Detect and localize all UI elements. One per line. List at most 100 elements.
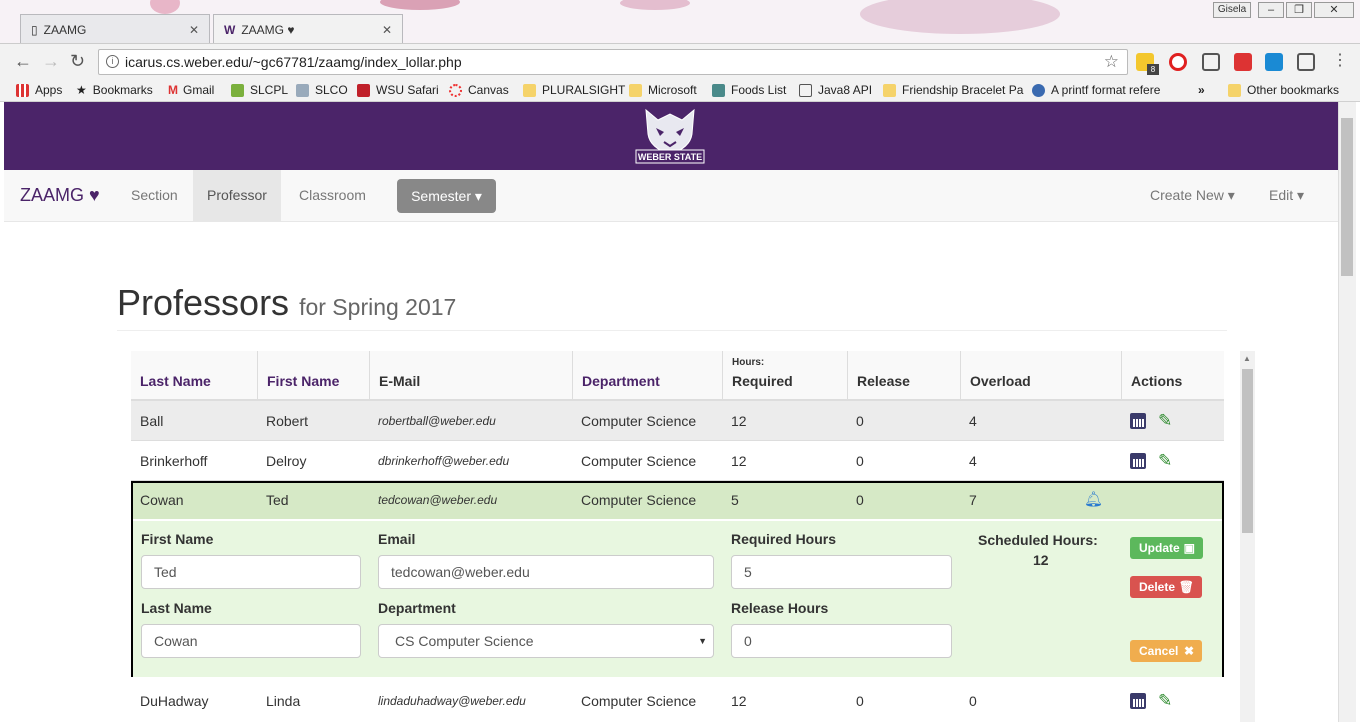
extension-blue-icon[interactable] [1265, 53, 1283, 71]
department-label: Department [378, 600, 456, 616]
cell-department: Computer Science [581, 412, 697, 429]
forward-icon[interactable]: → [42, 52, 60, 70]
col-department[interactable]: Department [572, 351, 722, 399]
page-scrollbar-thumb[interactable] [1341, 118, 1353, 276]
decor-flower [620, 0, 690, 10]
first-name-input[interactable]: Ted [141, 555, 361, 589]
create-new-dropdown[interactable]: Create New ▾ [1136, 170, 1249, 221]
col-last-name[interactable]: Last Name [131, 351, 257, 399]
bookmark-bookmarks[interactable]: ★ Bookmarks [76, 82, 153, 98]
semester-dropdown[interactable]: Semester ▾ [397, 179, 496, 213]
chevron-down-icon: ▼ [698, 636, 707, 646]
opera-icon[interactable] [1169, 53, 1187, 71]
required-hours-input[interactable]: 5 [731, 555, 952, 589]
cancel-button[interactable]: Cancel ✖ [1130, 640, 1202, 662]
close-icon[interactable]: ✕ [189, 23, 199, 37]
star-icon: ★ [76, 83, 87, 97]
tab-zaamg[interactable]: ▯ ZAAMG ✕ [20, 14, 210, 43]
bookmark-printf[interactable]: A printf format refere [1032, 82, 1160, 98]
user-badge[interactable]: Gisela [1213, 2, 1251, 18]
edit-professor-box: First Name Ted Email tedcowan@weber.edu … [131, 481, 1224, 677]
bookmark-canvas[interactable]: Canvas [449, 82, 509, 98]
col-overload: Overload [960, 351, 1121, 399]
col-release: Release [847, 351, 960, 399]
pencil-icon[interactable]: ✎ [1158, 452, 1172, 469]
folder-icon [1228, 83, 1241, 97]
nav-section[interactable]: Section [117, 170, 192, 221]
decor-flower [380, 0, 460, 10]
hours-label: Hours: [732, 357, 765, 368]
edit-dropdown[interactable]: Edit ▾ [1255, 170, 1318, 221]
bookmark-apps[interactable]: Apps [16, 82, 62, 98]
tab-zaamg-heart[interactable]: W ZAAMG ♥ ✕ [213, 14, 403, 43]
bookmark-other[interactable]: Other bookmarks [1228, 82, 1339, 98]
cell-required: 12 [731, 693, 747, 709]
update-button[interactable]: Update ▣ [1130, 537, 1203, 559]
cast-icon[interactable] [1202, 53, 1220, 71]
page-content: WEBER STATE ZAAMG ♥ Section Professor Cl… [4, 102, 1338, 722]
bookmark-gmail[interactable]: M Gmail [168, 82, 214, 98]
table-header: Last Name First Name E-Mail Department H… [131, 351, 1224, 401]
calendar-icon[interactable] [1130, 693, 1146, 709]
scheduled-hours-value: 12 [1033, 552, 1049, 568]
reload-icon[interactable]: ↻ [70, 52, 85, 70]
menu-icon[interactable]: ⋮ [1332, 52, 1348, 70]
brand-link[interactable]: ZAAMG ♥ [20, 170, 100, 221]
back-icon[interactable]: ← [14, 52, 32, 70]
bookmark-slco[interactable]: SLCO [296, 82, 348, 98]
email-input[interactable]: tedcowan@weber.edu [378, 555, 714, 589]
calendar-icon[interactable] [1130, 453, 1146, 469]
navbar: ZAAMG ♥ Section Professor Classroom Seme… [4, 170, 1338, 222]
cell-email: dbrinkerhoff@weber.edu [378, 453, 510, 468]
bookmark-pluralsight[interactable]: PLURALSIGHT [523, 82, 625, 98]
cell-last-name: DuHadway [140, 693, 209, 709]
address-bar[interactable]: i icarus.cs.weber.edu/~gc67781/zaamg/ind… [98, 49, 1128, 75]
pencil-icon[interactable]: ✎ [1158, 692, 1172, 709]
divider [117, 330, 1227, 331]
calendar-icon[interactable] [1130, 413, 1146, 429]
folder-icon [523, 83, 536, 97]
table-scrollbar[interactable]: ▲ [1240, 351, 1255, 722]
decor-flower [860, 0, 1060, 34]
release-hours-input[interactable]: 0 [731, 624, 952, 658]
extension-car-icon[interactable] [1297, 53, 1315, 71]
bookmark-wsu-safari[interactable]: WSU Safari [357, 82, 439, 98]
pdf-icon[interactable] [1234, 53, 1252, 71]
department-select[interactable]: CS Computer Science ▼ [378, 624, 714, 658]
bookmark-java8-api[interactable]: Java8 API [799, 82, 872, 98]
delete-button[interactable]: Delete 🗑︎ [1130, 576, 1202, 598]
bookmark-friendship-bracelet[interactable]: Friendship Bracelet Pa [883, 82, 1023, 98]
star-icon[interactable]: ☆ [1104, 50, 1119, 74]
browser-toolbar: ← → ↻ i icarus.cs.weber.edu/~gc67781/zaa… [0, 44, 1360, 78]
col-first-name[interactable]: First Name [257, 351, 369, 399]
window-close-icon[interactable]: ✕ [1314, 2, 1354, 18]
cell-overload: 4 [969, 452, 977, 469]
email-label: Email [378, 531, 416, 547]
apps-icon [16, 83, 29, 97]
more-bookmarks-icon[interactable]: » [1198, 82, 1205, 98]
minimize-icon[interactable]: – [1258, 2, 1284, 18]
bookmark-microsoft[interactable]: Microsoft [629, 82, 697, 98]
cell-first-name: Delroy [266, 452, 307, 469]
save-icon: ▣ [1183, 541, 1195, 555]
nav-classroom[interactable]: Classroom [285, 170, 380, 221]
scroll-up-icon[interactable]: ▲ [1243, 354, 1251, 363]
pencil-icon[interactable]: ✎ [1158, 412, 1172, 429]
extension-badge: 8 [1147, 64, 1159, 75]
maximize-icon[interactable]: ❐ [1286, 2, 1312, 18]
decor-flower [150, 0, 180, 14]
table-scrollbar-thumb[interactable] [1242, 369, 1253, 533]
bookmark-foods-list[interactable]: Foods List [712, 82, 786, 98]
table-row[interactable]: Ball Robert robertball@weber.edu Compute… [131, 401, 1224, 441]
col-actions: Actions [1121, 351, 1224, 399]
table-row[interactable]: DuHadway Linda lindaduhadway@weber.edu C… [131, 681, 1224, 721]
folder-icon [629, 83, 642, 97]
cell-release: 0 [856, 693, 864, 709]
table-row[interactable]: Brinkerhoff Delroy dbrinkerhoff@weber.ed… [131, 441, 1224, 481]
bookmark-slcpl[interactable]: SLCPL [231, 82, 288, 98]
close-icon[interactable]: ✕ [382, 23, 392, 37]
nav-professor[interactable]: Professor [193, 170, 281, 221]
foods-icon [712, 83, 725, 97]
last-name-input[interactable]: Cowan [141, 624, 361, 658]
info-icon[interactable]: i [106, 55, 119, 68]
